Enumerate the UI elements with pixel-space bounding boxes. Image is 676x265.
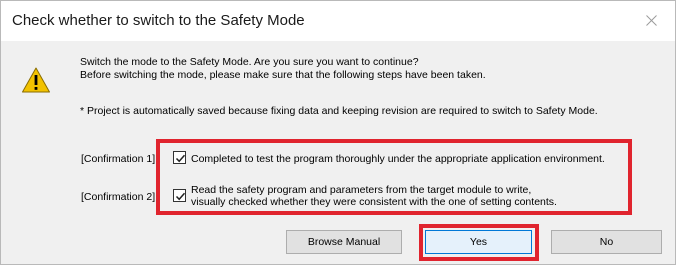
- confirmation-1-checkbox[interactable]: [173, 151, 186, 164]
- confirmation-1-label: [Confirmation 1]: [81, 153, 156, 165]
- confirmation-2-text-line-2: visually checked whether they were consi…: [191, 196, 557, 208]
- message-line-1: Switch the mode to the Safety Mode. Are …: [80, 56, 419, 68]
- confirmation-2-label: [Confirmation 2]: [81, 191, 156, 203]
- checkmark-icon: [175, 192, 186, 201]
- confirmation-2-checkbox[interactable]: [173, 189, 186, 202]
- safety-mode-dialog: Check whether to switch to the Safety Mo…: [0, 0, 676, 265]
- checkmark-icon: [175, 154, 186, 163]
- yes-button[interactable]: Yes: [425, 230, 532, 254]
- message-line-2: Before switching the mode, please make s…: [80, 69, 486, 81]
- confirmation-1-text: Completed to test the program thoroughly…: [191, 153, 605, 165]
- dialog-title: Check whether to switch to the Safety Mo…: [12, 12, 305, 29]
- confirmation-2-text-line-1: Read the safety program and parameters f…: [191, 184, 532, 196]
- close-icon: [646, 15, 657, 26]
- save-note: * Project is automatically saved because…: [80, 105, 598, 117]
- close-button[interactable]: [629, 1, 675, 41]
- warning-icon: [22, 67, 50, 93]
- title-bar: Check whether to switch to the Safety Mo…: [1, 1, 675, 41]
- no-button[interactable]: No: [551, 230, 662, 254]
- browse-manual-button[interactable]: Browse Manual: [286, 230, 402, 254]
